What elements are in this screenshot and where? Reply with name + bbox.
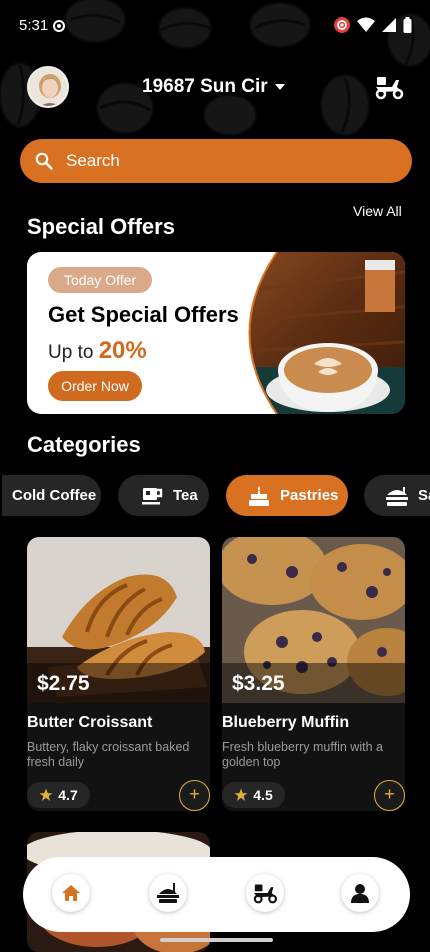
header: 19687 Sun Cir	[0, 62, 430, 112]
category-chip-sandwich[interactable]: Sa	[364, 475, 430, 516]
offer-subtitle: Up to 20%	[48, 337, 147, 365]
star-icon	[39, 788, 53, 801]
product-name: Blueberry Muffin	[222, 714, 350, 731]
order-now-button[interactable]: Order Now	[48, 371, 142, 401]
signal-icon	[382, 18, 396, 32]
scooter-delivery-icon[interactable]	[374, 74, 404, 100]
location-dropdown-icon[interactable]	[275, 84, 285, 90]
add-to-cart-button[interactable]: +	[374, 780, 405, 811]
home-icon	[62, 885, 80, 901]
view-all-link[interactable]: View All	[353, 203, 402, 219]
category-label: Cold Coffee	[12, 487, 97, 504]
category-label: Sa	[418, 487, 430, 504]
product-description: Buttery, flaky croissant baked fresh dai…	[27, 740, 190, 769]
product-rating: 4.7	[27, 782, 90, 808]
battery-icon	[403, 17, 412, 33]
category-chip-pastries[interactable]: Pastries	[226, 475, 348, 516]
category-chips: Cold Coffee Tea Pastries Sa	[0, 475, 430, 517]
search-icon	[35, 152, 53, 170]
categories-title: Categories	[27, 432, 141, 457]
category-label: Tea	[173, 487, 198, 504]
avatar[interactable]	[27, 66, 69, 108]
status-time: 5:31	[19, 17, 49, 34]
wifi-icon	[357, 17, 375, 32]
latte-coffee-image	[248, 252, 405, 414]
today-offer-badge: Today Offer	[48, 267, 152, 293]
plus-icon: +	[384, 784, 395, 804]
nav-delivery[interactable]	[246, 874, 284, 912]
cast-record-icon	[334, 17, 350, 33]
rating-value: 4.7	[58, 787, 78, 803]
product-card-butter-croissant[interactable]: $2.75 Butter Croissant Buttery, flaky cr…	[27, 537, 210, 811]
gesture-home-bar[interactable]	[160, 938, 273, 942]
nav-home[interactable]	[52, 874, 90, 912]
product-rating: 4.5	[222, 782, 285, 808]
tea-cup-icon	[142, 487, 163, 504]
sandwich-icon	[386, 486, 408, 506]
bottom-navigation	[23, 857, 410, 932]
offer-subtitle-prefix: Up to	[48, 342, 94, 363]
category-label: Pastries	[280, 487, 339, 504]
star-icon	[234, 788, 248, 801]
user-photo-icon	[29, 68, 67, 106]
nav-orders[interactable]	[149, 874, 187, 912]
delivery-location[interactable]: 19687 Sun Cir	[142, 76, 268, 98]
record-indicator-icon	[53, 20, 65, 32]
product-price: $2.75	[37, 672, 90, 695]
offer-discount: 20%	[98, 337, 147, 364]
status-icons	[333, 16, 412, 34]
scooter-delivery-icon	[253, 884, 278, 904]
nav-profile[interactable]	[341, 874, 379, 912]
product-card-blueberry-muffin[interactable]: $3.25 Blueberry Muffin Fresh blueberry m…	[222, 537, 405, 811]
status-bar: 5:31	[0, 0, 430, 52]
product-name: Butter Croissant	[27, 714, 153, 731]
cake-icon	[249, 485, 269, 506]
rating-value: 4.5	[253, 787, 273, 803]
plus-icon: +	[189, 784, 200, 804]
add-to-cart-button[interactable]: +	[179, 780, 210, 811]
search-input[interactable]: Search	[66, 151, 120, 171]
search-bar[interactable]: Search	[20, 139, 412, 183]
special-offer-card[interactable]: Today Offer Get Special Offers Up to 20%…	[27, 252, 405, 414]
food-order-icon	[157, 883, 179, 903]
product-description: Fresh blueberry muffin with a golden top	[222, 740, 383, 769]
category-chip-cold-coffee[interactable]: Cold Coffee	[2, 475, 101, 516]
product-price: $3.25	[232, 672, 285, 695]
profile-icon	[351, 884, 369, 903]
category-chip-tea[interactable]: Tea	[118, 475, 209, 516]
offer-title: Get Special Offers	[48, 302, 239, 327]
special-offers-title: Special Offers	[27, 214, 175, 239]
